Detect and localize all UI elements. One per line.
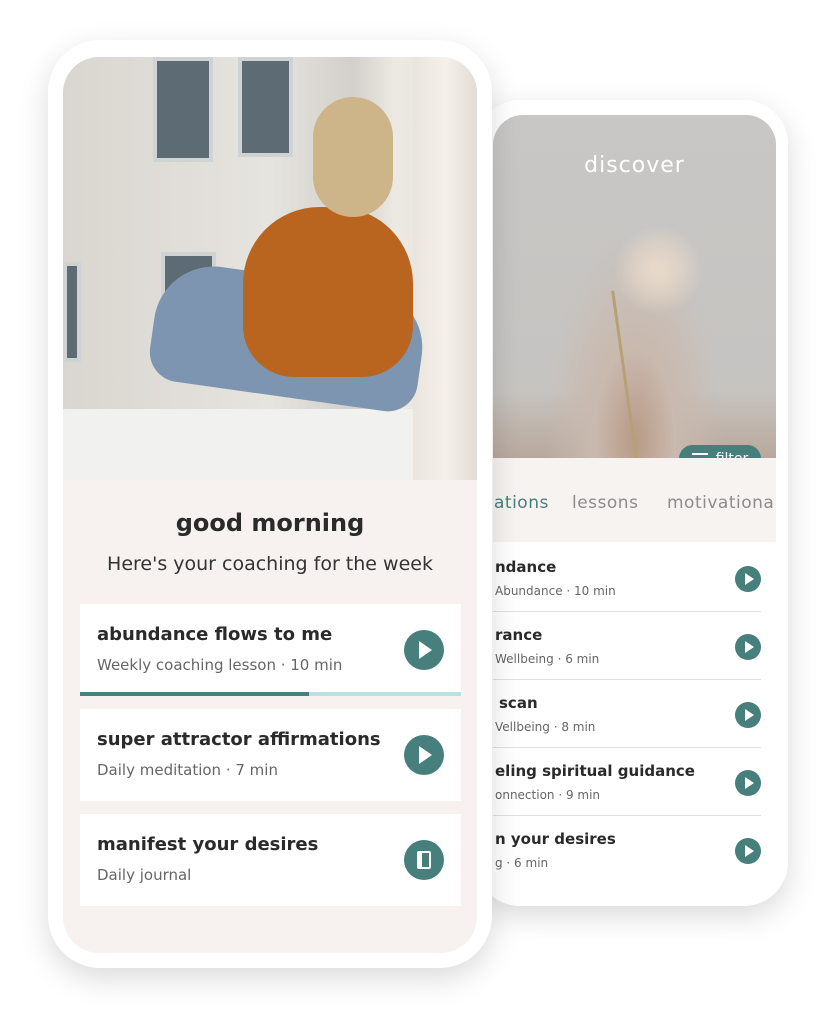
play-icon[interactable] xyxy=(735,634,761,660)
card-subtitle: Daily meditation · 7 min xyxy=(97,761,278,779)
card-subtitle: Daily journal xyxy=(97,866,192,884)
list-item[interactable]: scan Vellbeing · 8 min xyxy=(493,680,761,748)
home-phone: good morning Here's your coaching for th… xyxy=(48,40,492,968)
list-item[interactable]: ndance Abundance · 10 min xyxy=(493,544,761,612)
coaching-card[interactable]: manifest your desires Daily journal xyxy=(80,814,461,906)
item-title: rance xyxy=(495,626,543,644)
item-title: scan xyxy=(499,694,538,712)
item-subtitle: Abundance · 10 min xyxy=(495,584,616,598)
list-item[interactable]: rance Wellbeing · 6 min xyxy=(493,612,761,680)
list-item[interactable]: n your desires g · 6 min xyxy=(493,816,761,884)
discover-title: discover xyxy=(584,153,685,178)
list-item[interactable]: eling spiritual guidance onnection · 9 mi… xyxy=(493,748,761,816)
card-subtitle: Weekly coaching lesson · 10 min xyxy=(97,656,343,674)
woman-at-window-photo xyxy=(63,57,477,480)
play-icon[interactable] xyxy=(404,630,444,670)
card-title: super attractor affirmations xyxy=(97,729,381,750)
play-icon[interactable] xyxy=(735,770,761,796)
home-screen: good morning Here's your coaching for th… xyxy=(63,57,477,953)
discover-phone: discover filter ations lessons motivatio… xyxy=(476,100,788,906)
play-icon[interactable] xyxy=(735,566,761,592)
play-icon[interactable] xyxy=(404,735,444,775)
play-icon[interactable] xyxy=(735,702,761,728)
item-subtitle: g · 6 min xyxy=(495,856,549,870)
item-subtitle: onnection · 9 min xyxy=(495,788,601,802)
coaching-card[interactable]: abundance flows to me Weekly coaching le… xyxy=(80,604,461,696)
card-title: manifest your desires xyxy=(97,834,319,855)
category-tabs: ations lessons motivationa xyxy=(493,458,776,542)
item-title: n your desires xyxy=(495,830,616,848)
item-subtitle: Vellbeing · 8 min xyxy=(495,720,596,734)
item-subtitle: Wellbeing · 6 min xyxy=(495,652,600,666)
journal-icon[interactable] xyxy=(404,840,444,880)
tab-lessons[interactable]: lessons xyxy=(572,493,638,513)
coaching-card[interactable]: super attractor affirmations Daily medit… xyxy=(80,709,461,801)
greeting-subtitle: Here's your coaching for the week xyxy=(107,553,433,575)
item-title: eling spiritual guidance xyxy=(495,762,695,780)
tab-motivational[interactable]: motivationa xyxy=(667,493,774,513)
item-title: ndance xyxy=(495,558,557,576)
discover-screen: discover filter ations lessons motivatio… xyxy=(493,115,776,891)
progress-fill xyxy=(80,692,309,696)
progress-bar xyxy=(80,692,461,696)
greeting-heading: good morning xyxy=(175,509,365,537)
tab-meditations[interactable]: ations xyxy=(494,493,549,513)
card-title: abundance flows to me xyxy=(97,624,333,645)
play-icon[interactable] xyxy=(735,838,761,864)
